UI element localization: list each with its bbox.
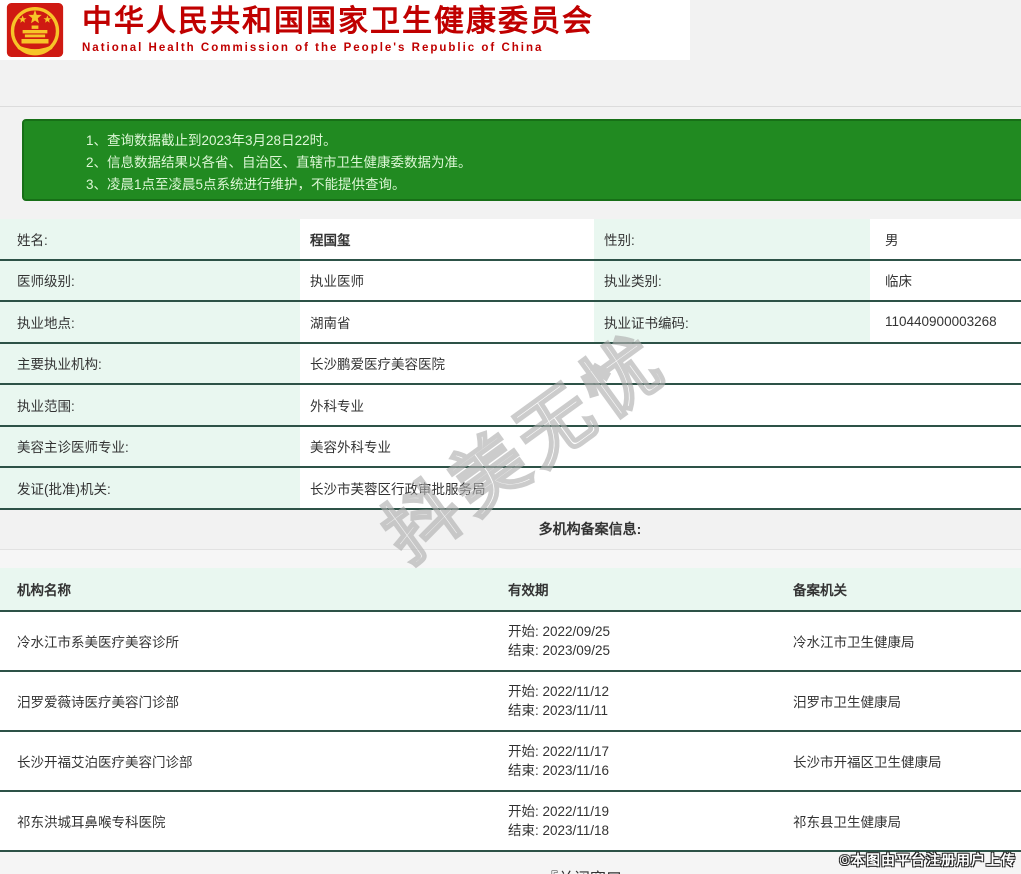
label-license-number: 执业证书编码:: [594, 302, 870, 342]
validity-end: 结束: 2023/09/25: [508, 642, 611, 658]
value-practice-scope: 外科专业: [300, 385, 1021, 425]
validity-end: 结束: 2023/11/18: [508, 822, 610, 838]
table-row: 执业地点: 湖南省 执业证书编码: 110440900003268: [0, 302, 1021, 344]
value-practice-location: 湖南省: [300, 302, 594, 342]
site-title-en: National Health Commission of the People…: [82, 41, 544, 54]
validity-end: 结束: 2023/11/16: [508, 762, 610, 778]
table-row: 主要执业机构: 长沙鹏爱医疗美容医院: [0, 343, 1021, 385]
table-row: 汨罗爱薇诗医疗美容门诊部 开始: 2022/11/12 结束: 2023/11/…: [0, 671, 1021, 732]
record-authority: 长沙市开福区卫生健康局: [780, 731, 1021, 790]
notice-line-3: 3、凌晨1点至凌晨5点系统进行维护，不能提供查询。: [86, 177, 406, 192]
value-main-institution: 长沙鹏爱医疗美容医院: [300, 343, 1021, 383]
label-cosmetic-specialty: 美容主诊医师专业:: [0, 426, 300, 466]
section-gap: [0, 549, 1021, 568]
record-authority: 祁东县卫生健康局: [780, 791, 1021, 850]
institution-name: 祁东洪城耳鼻喉专科医院: [0, 791, 490, 850]
label-name: 姓名:: [0, 219, 300, 259]
multi-org-table: 机构名称 有效期 备案机关 冷水江市系美医疗美容诊所 开始: 2022/09/2…: [0, 567, 1021, 852]
record-authority: 汨罗市卫生健康局: [780, 671, 1021, 730]
validity-start: 开始: 2022/11/12: [508, 683, 610, 699]
value-name: 程国玺: [300, 219, 594, 259]
institution-name: 汨罗爱薇诗医疗美容门诊部: [0, 671, 490, 730]
value-doctor-level: 执业医师: [300, 260, 594, 300]
column-header-validity: 有效期: [490, 567, 780, 610]
label-main-institution: 主要执业机构:: [0, 343, 300, 383]
multi-org-header-row: 机构名称 有效期 备案机关: [0, 567, 1021, 612]
value-gender: 男: [870, 219, 1021, 259]
close-window-link[interactable]: 『关闭窗口』: [542, 865, 638, 874]
table-row: 长沙开福艾泊医疗美容门诊部 开始: 2022/11/17 结束: 2023/11…: [0, 731, 1021, 792]
header-divider: [0, 60, 1021, 107]
validity-period: 开始: 2022/11/19 结束: 2023/11/18: [490, 791, 780, 850]
label-practice-location: 执业地点:: [0, 302, 300, 342]
value-practice-category: 临床: [870, 260, 1021, 300]
value-license-number: 110440900003268: [870, 302, 1021, 342]
site-title-cn: 中华人民共和国国家卫生健康委员会: [82, 5, 594, 39]
notice-line-2: 2、信息数据结果以各省、自治区、直辖市卫生健康委数据为准。: [86, 155, 472, 170]
record-authority: 冷水江市卫生健康局: [780, 611, 1021, 670]
validity-start: 开始: 2022/11/17: [508, 743, 610, 759]
table-row: 姓名: 程国玺 性别: 男: [0, 219, 1021, 261]
validity-period: 开始: 2022/11/17 结束: 2023/11/16: [490, 731, 780, 790]
validity-end: 结束: 2023/11/11: [508, 702, 609, 718]
table-row: 执业范围: 外科专业: [0, 385, 1021, 427]
table-row: 冷水江市系美医疗美容诊所 开始: 2022/09/25 结束: 2023/09/…: [0, 611, 1021, 672]
table-row: 医师级别: 执业医师 执业类别: 临床: [0, 260, 1021, 302]
label-gender: 性别:: [594, 219, 870, 259]
header-titles: 中华人民共和国国家卫生健康委员会 National Health Commiss…: [82, 6, 594, 54]
notice-box: 1、查询数据截止到2023年3月28日22时。 2、信息数据结果以各省、自治区、…: [22, 119, 1021, 201]
label-doctor-level: 医师级别:: [0, 260, 300, 300]
validity-start: 开始: 2022/11/19: [508, 803, 610, 819]
institution-name: 冷水江市系美医疗美容诊所: [0, 611, 490, 670]
upload-credit-watermark: ©本图由平台注册用户上传: [839, 852, 1016, 868]
column-header-institution: 机构名称: [0, 567, 490, 610]
column-header-authority: 备案机关: [780, 567, 1021, 610]
national-emblem-icon: [6, 3, 64, 57]
value-issuing-authority: 长沙市芙蓉区行政审批服务局: [300, 468, 1021, 508]
validity-start: 开始: 2022/09/25: [508, 623, 611, 639]
page: 中华人民共和国国家卫生健康委员会 National Health Commiss…: [0, 0, 1021, 874]
value-cosmetic-specialty: 美容外科专业: [300, 426, 1021, 466]
validity-period: 开始: 2022/09/25 结束: 2023/09/25: [490, 611, 780, 670]
doctor-info-table: 姓名: 程国玺 性别: 男 医师级别: 执业医师 执业类别: 临床 执业地点: …: [0, 219, 1021, 510]
table-row: 美容主诊医师专业: 美容外科专业: [0, 426, 1021, 468]
label-practice-category: 执业类别:: [594, 260, 870, 300]
validity-period: 开始: 2022/11/12 结束: 2023/11/11: [490, 671, 780, 730]
table-row: 祁东洪城耳鼻喉专科医院 开始: 2022/11/19 结束: 2023/11/1…: [0, 791, 1021, 852]
multi-org-section-title: 多机构备案信息:: [0, 509, 1021, 550]
label-practice-scope: 执业范围:: [0, 385, 300, 425]
institution-name: 长沙开福艾泊医疗美容门诊部: [0, 731, 490, 790]
notice-line-1: 1、查询数据截止到2023年3月28日22时。: [86, 133, 337, 148]
label-issuing-authority: 发证(批准)机关:: [0, 468, 300, 508]
table-row: 发证(批准)机关: 长沙市芙蓉区行政审批服务局: [0, 468, 1021, 510]
site-header: 中华人民共和国国家卫生健康委员会 National Health Commiss…: [0, 0, 690, 60]
